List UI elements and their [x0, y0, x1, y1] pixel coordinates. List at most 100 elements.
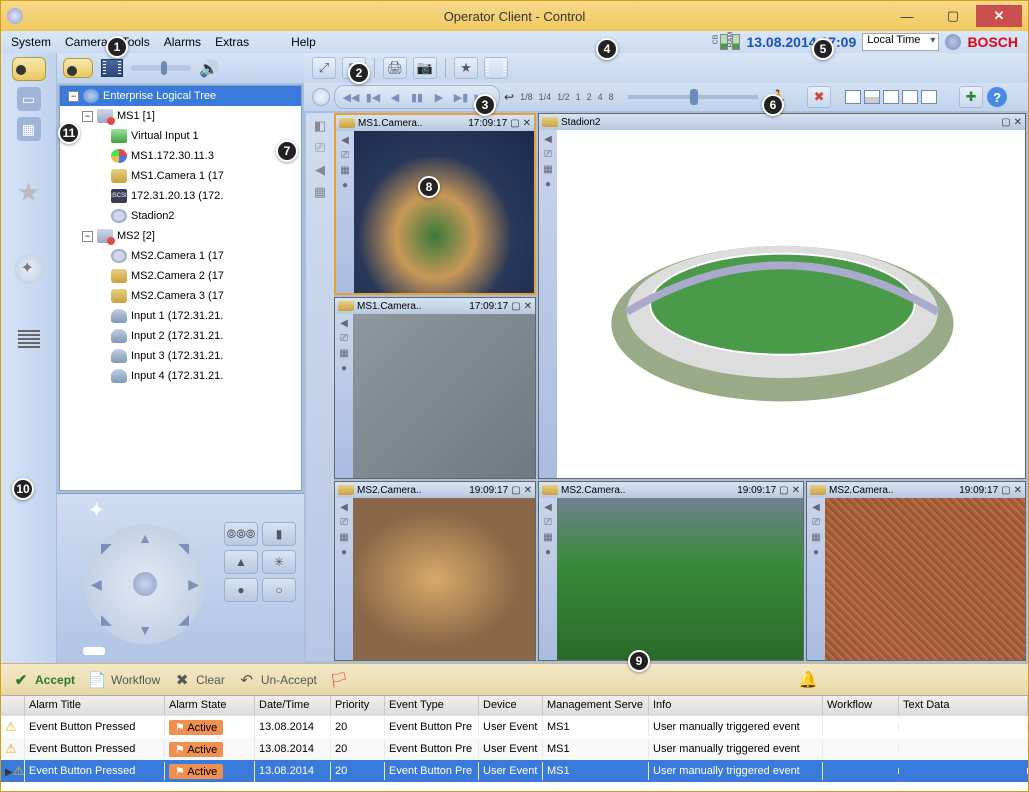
video-pane[interactable]: Stadion2▢✕◀⎚▦● — [538, 113, 1026, 479]
ptz-hub[interactable] — [133, 572, 157, 596]
ptz-right[interactable]: ▶ — [188, 576, 199, 593]
compass-icon[interactable] — [14, 254, 44, 284]
layout-custom[interactable] — [921, 90, 937, 104]
layout-4x4[interactable] — [902, 90, 918, 104]
tree-item[interactable]: Input 1 (172.31.21. — [60, 306, 301, 326]
tree-item[interactable]: Input 2 (172.31.21. — [60, 326, 301, 346]
pane-tool[interactable]: ● — [541, 178, 555, 190]
pane-maximize[interactable]: ▢ — [510, 118, 519, 129]
pause-button[interactable]: ▮▮ — [407, 88, 427, 106]
grid-tool-1[interactable]: ◧ — [310, 117, 330, 135]
device-tree[interactable]: −Enterprise Logical Tree−MS1 [1]Virtual … — [59, 85, 302, 491]
loop-icon[interactable]: ↩ — [504, 90, 514, 104]
help-icon[interactable]: ? — [987, 87, 1007, 107]
column-header[interactable]: Event Type — [385, 696, 479, 716]
pane-maximize[interactable]: ▢ — [1001, 485, 1010, 496]
pane-tool[interactable]: ● — [541, 546, 555, 558]
video-pane[interactable]: MS1.Camera..17:09:17▢✕◀⎚▦● — [334, 113, 536, 295]
speaker-icon[interactable]: 🔊 — [199, 59, 217, 77]
column-header[interactable]: Device — [479, 696, 543, 716]
ptz-focus-far[interactable]: ✳ — [262, 550, 296, 574]
ptz-preset-2[interactable]: ▮ — [262, 522, 296, 546]
ptz-down[interactable]: ▼ — [138, 622, 152, 638]
alarm-row[interactable]: ⚠Event Button Pressed⚑ Active13.08.20142… — [1, 738, 1028, 760]
ptz-left[interactable]: ◀ — [91, 576, 102, 593]
workflow-button[interactable]: 📄Workflow — [87, 671, 160, 689]
alarm-note-button[interactable]: 🏳 — [329, 671, 349, 689]
tree-item[interactable]: −Enterprise Logical Tree — [60, 86, 301, 106]
ptz-up[interactable]: ▲ — [138, 530, 152, 546]
pane-tool[interactable]: ⎚ — [541, 516, 555, 528]
pane-close[interactable]: ✕ — [1014, 117, 1022, 128]
maximize-button[interactable]: ▢ — [930, 5, 976, 27]
list-icon[interactable] — [18, 330, 40, 348]
pane-tool[interactable]: ▦ — [809, 531, 823, 543]
tool-expand[interactable]: ⤢ — [312, 57, 336, 79]
ptz-iris-open[interactable]: ● — [224, 578, 258, 602]
tool-sequence[interactable] — [484, 57, 508, 79]
pane-tool[interactable]: ◀ — [338, 134, 352, 146]
pane-tool[interactable]: ▦ — [541, 531, 555, 543]
pane-maximize[interactable]: ▢ — [1001, 117, 1010, 128]
timezone-select[interactable]: Local Time — [862, 33, 939, 51]
tree-item[interactable]: MS2.Camera 3 (17 — [60, 286, 301, 306]
play-button[interactable]: ▶ — [429, 88, 449, 106]
pane-tool[interactable]: ⎚ — [809, 516, 823, 528]
pane-tool[interactable]: ⎚ — [338, 149, 352, 161]
pane-tool[interactable]: ▦ — [337, 347, 351, 359]
rewind-button[interactable]: ◀◀ — [341, 88, 361, 106]
monitor-icon[interactable]: ▭ — [17, 87, 41, 111]
pane-close[interactable]: ✕ — [1014, 485, 1022, 496]
pane-tool[interactable]: ● — [337, 546, 351, 558]
menu-extras[interactable]: Extras — [215, 35, 249, 49]
column-header[interactable]: Workflow — [823, 696, 899, 716]
pane-tool[interactable]: ◀ — [337, 317, 351, 329]
minimize-button[interactable]: — — [884, 5, 930, 27]
speed-slider[interactable] — [628, 95, 758, 99]
layout-1x1[interactable] — [845, 90, 861, 104]
pane-tool[interactable]: ⎚ — [541, 148, 555, 160]
alarm-list[interactable]: Alarm TitleAlarm StateDate/TimePriorityE… — [1, 695, 1028, 791]
pane-maximize[interactable]: ▢ — [511, 301, 520, 312]
camera-mode-button[interactable] — [12, 57, 46, 81]
video-pane[interactable]: MS2.Camera..19:09:17▢✕◀⎚▦● — [538, 481, 804, 661]
jog-dial[interactable] — [312, 88, 330, 106]
globe-icon[interactable] — [945, 34, 961, 50]
tree-item[interactable]: −MS2 [2] — [60, 226, 301, 246]
tree-item[interactable]: Input 3 (172.31.21. — [60, 346, 301, 366]
playback-tab-icon[interactable] — [101, 59, 123, 77]
tree-item[interactable]: −MS1 [1] — [60, 106, 301, 126]
menu-alarms[interactable]: Alarms — [164, 35, 201, 49]
zoom-out-button[interactable] — [83, 647, 105, 655]
alarm-row[interactable]: ⚠Event Button Pressed⚑ Active13.08.20142… — [1, 716, 1028, 738]
ptz-iris-close[interactable]: ○ — [262, 578, 296, 602]
pane-tool[interactable]: ◀ — [809, 501, 823, 513]
column-header[interactable]: Alarm Title — [25, 696, 165, 716]
pane-close[interactable]: ✕ — [523, 118, 531, 129]
column-header[interactable]: Info — [649, 696, 823, 716]
column-header[interactable]: Alarm State — [165, 696, 255, 716]
column-header[interactable]: Management Serve — [543, 696, 649, 716]
pane-close[interactable]: ✕ — [524, 301, 532, 312]
clear-button[interactable]: ✖Clear — [172, 671, 225, 689]
unaccept-button[interactable]: ↶Un-Accept — [237, 671, 317, 689]
menu-help[interactable]: Help — [291, 35, 316, 49]
menu-camera[interactable]: Camera — [65, 35, 108, 49]
tree-item[interactable]: Input 4 (172.31.21. — [60, 366, 301, 386]
layout-2x2[interactable] — [864, 90, 880, 104]
tree-item[interactable]: MS1.172.30.11.3 — [60, 146, 301, 166]
column-header[interactable]: Date/Time — [255, 696, 331, 716]
pane-tool[interactable]: ● — [337, 362, 351, 374]
pane-close[interactable]: ✕ — [524, 485, 532, 496]
pane-tool[interactable]: ● — [809, 546, 823, 558]
column-header[interactable]: Text Data — [899, 696, 1028, 716]
pane-tool[interactable]: ⎚ — [337, 516, 351, 528]
pane-maximize[interactable]: ▢ — [511, 485, 520, 496]
layout-3x3[interactable] — [883, 90, 899, 104]
column-header[interactable] — [1, 696, 25, 716]
ptz-focus-near[interactable]: ▲ — [224, 550, 258, 574]
column-header[interactable]: Priority — [331, 696, 385, 716]
video-pane[interactable]: MS1.Camera..17:09:17▢✕◀⎚▦● — [334, 297, 536, 479]
pane-tool[interactable]: ▦ — [337, 531, 351, 543]
menu-system[interactable]: System — [11, 35, 51, 49]
